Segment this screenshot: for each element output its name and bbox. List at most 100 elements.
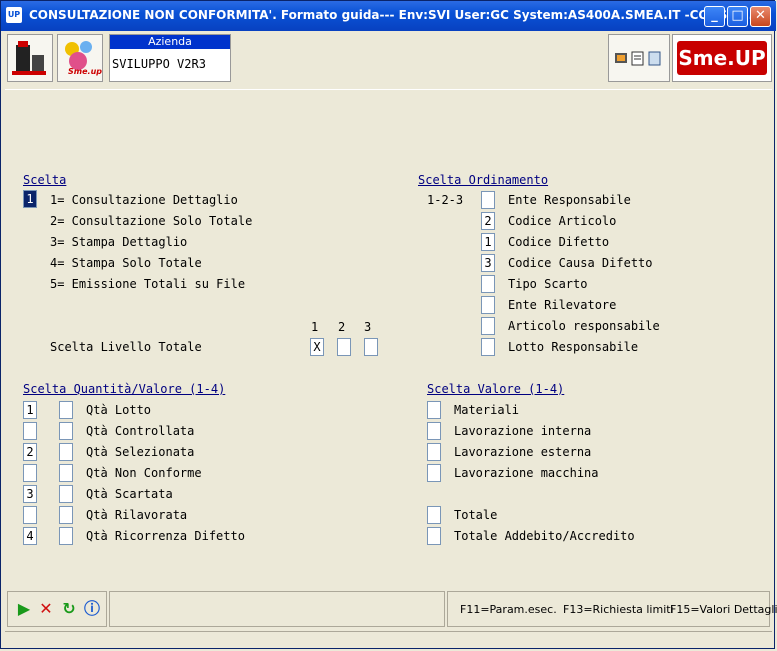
title-bar: UP CONSULTAZIONE NON CONFORMITA'. Format…: [1, 1, 776, 31]
quantita-label: Qtà Ricorrenza Difetto: [86, 529, 245, 543]
quantita-input-2[interactable]: [59, 401, 73, 419]
quantita-label: Qtà Lotto: [86, 403, 152, 417]
valore-input[interactable]: [427, 527, 441, 545]
ordinamento-label: Codice Causa Difetto: [508, 256, 653, 270]
quantita-input-2[interactable]: [59, 485, 73, 503]
valore-label: Lavorazione interna: [454, 424, 592, 438]
quantita-input-2[interactable]: [59, 464, 73, 482]
quantita-input[interactable]: [23, 506, 37, 524]
valore-label: Lavorazione macchina: [454, 466, 599, 480]
quantita-input[interactable]: [23, 422, 37, 440]
livello-input-1[interactable]: X: [310, 338, 324, 356]
ordinamento-input[interactable]: [481, 296, 495, 314]
monitor-icon: [615, 53, 627, 63]
valore-label: Lavorazione esterna: [454, 445, 592, 459]
function-key-f13[interactable]: F13=Richiesta limiti: [563, 603, 674, 616]
quantita-input[interactable]: 1: [23, 401, 37, 419]
status-bar: ▶ ✕ ↻ ⓘ F11=Param.esec. F13=Richiesta li…: [5, 591, 777, 627]
refresh-icon[interactable]: ↻: [61, 601, 77, 617]
valore-input[interactable]: [427, 401, 441, 419]
valore-input[interactable]: [427, 464, 441, 482]
quantita-input-2[interactable]: [59, 506, 73, 524]
function-keys-panel: F11=Param.esec. F13=Richiesta limiti F15…: [447, 591, 777, 627]
ordinamento-label: Lotto Responsabile: [508, 340, 639, 354]
valore-header: Scelta Valore (1-4): [427, 382, 565, 396]
valore-label: Totale Addebito/Accredito: [454, 529, 635, 543]
ordinamento-input[interactable]: [481, 275, 495, 293]
scelta-option: 1= Consultazione Dettaglio: [50, 193, 238, 207]
azienda-panel: Azienda SVILUPPO V2R3: [109, 34, 231, 82]
scelta-option: 4= Stampa Solo Totale: [50, 256, 202, 270]
ordinamento-label: Codice Articolo: [508, 214, 617, 228]
ordinamento-input[interactable]: [481, 191, 495, 209]
document-icon: [631, 51, 644, 66]
smeup-small-logo-text: Sme.up: [68, 67, 102, 76]
quantita-label: Qtà Rilavorata: [86, 508, 188, 522]
status-message-panel: [109, 591, 445, 627]
ordinamento-label: Codice Difetto: [508, 235, 610, 249]
scelta-header: Scelta: [23, 173, 67, 187]
scelta-option: 2= Consultazione Solo Totale: [50, 214, 253, 228]
run-icon[interactable]: ▶: [16, 601, 32, 617]
ordinamento-input[interactable]: [481, 317, 495, 335]
quantita-input[interactable]: 4: [23, 527, 37, 545]
livello-input-2[interactable]: [337, 338, 351, 356]
machine-icon[interactable]: [7, 34, 53, 82]
livello-input-3[interactable]: [364, 338, 378, 356]
quantita-label: Qtà Controllata: [86, 424, 195, 438]
application-window: UP CONSULTAZIONE NON CONFORMITA'. Format…: [0, 0, 777, 649]
ordinamento-input[interactable]: 1: [481, 233, 495, 251]
cancel-icon[interactable]: ✕: [38, 601, 54, 617]
tools-panel: [608, 34, 670, 82]
ordinamento-label: Ente Rilevatore: [508, 298, 617, 312]
livello-col-label: 3: [364, 320, 372, 334]
livello-col-label: 2: [338, 320, 346, 334]
quantita-label: Qtà Scartata: [86, 487, 173, 501]
close-button[interactable]: ✕: [750, 6, 771, 27]
ordinamento-label: Articolo responsabile: [508, 319, 660, 333]
smeup-logo: Sme.UP: [672, 34, 772, 82]
ordinamento-hint: 1-2-3: [427, 193, 464, 207]
toolbar: Sme.up Azienda SVILUPPO V2R3 Sme.UP: [3, 32, 774, 86]
livello-col-label: 1: [311, 320, 319, 334]
command-icons-panel: ▶ ✕ ↻ ⓘ: [7, 591, 107, 627]
smeup-small-logo-icon[interactable]: Sme.up: [57, 34, 103, 82]
quantita-label: Qtà Non Conforme: [86, 466, 202, 480]
quantita-input[interactable]: 2: [23, 443, 37, 461]
livello-label: Scelta Livello Totale: [50, 340, 202, 354]
smeup-logo-text: Sme.UP: [677, 41, 767, 75]
function-key-f15[interactable]: F15=Valori Dettaglio: [670, 603, 777, 616]
ordinamento-header: Scelta Ordinamento: [418, 173, 549, 187]
minimize-button[interactable]: _: [704, 6, 725, 27]
quantita-input[interactable]: 3: [23, 485, 37, 503]
quantita-input-2[interactable]: [59, 527, 73, 545]
ordinamento-label: Tipo Scarto: [508, 277, 588, 291]
page-icon: [648, 51, 661, 66]
quantita-header: Scelta Quantità/Valore (1-4): [23, 382, 226, 396]
ordinamento-input[interactable]: 2: [481, 212, 495, 230]
info-icon[interactable]: ⓘ: [84, 601, 100, 617]
window-title: CONSULTAZIONE NON CONFORMITA'. Formato g…: [29, 8, 758, 22]
ordinamento-input[interactable]: 3: [481, 254, 495, 272]
quantita-label: Qtà Selezionata: [86, 445, 195, 459]
valore-input[interactable]: [427, 422, 441, 440]
valore-input[interactable]: [427, 506, 441, 524]
quantita-input[interactable]: [23, 464, 37, 482]
azienda-label: Azienda: [110, 35, 230, 49]
maximize-button[interactable]: □: [727, 6, 748, 27]
quantita-input-2[interactable]: [59, 422, 73, 440]
resize-grip[interactable]: [5, 631, 772, 648]
valore-label: Totale: [454, 508, 498, 522]
app-icon[interactable]: UP: [6, 7, 22, 23]
scelta-option: 3= Stampa Dettaglio: [50, 235, 188, 249]
form-area: Scelta 1 1= Consultazione Dettaglio 2= C…: [5, 89, 772, 590]
function-key-f11[interactable]: F11=Param.esec.: [460, 603, 557, 616]
azienda-value: SVILUPPO V2R3: [112, 57, 206, 71]
ordinamento-label: Ente Responsabile: [508, 193, 631, 207]
scelta-input[interactable]: 1: [23, 190, 37, 208]
ordinamento-input[interactable]: [481, 338, 495, 356]
valore-label: Materiali: [454, 403, 520, 417]
quantita-input-2[interactable]: [59, 443, 73, 461]
valore-input[interactable]: [427, 443, 441, 461]
scelta-option: 5= Emissione Totali su File: [50, 277, 246, 291]
